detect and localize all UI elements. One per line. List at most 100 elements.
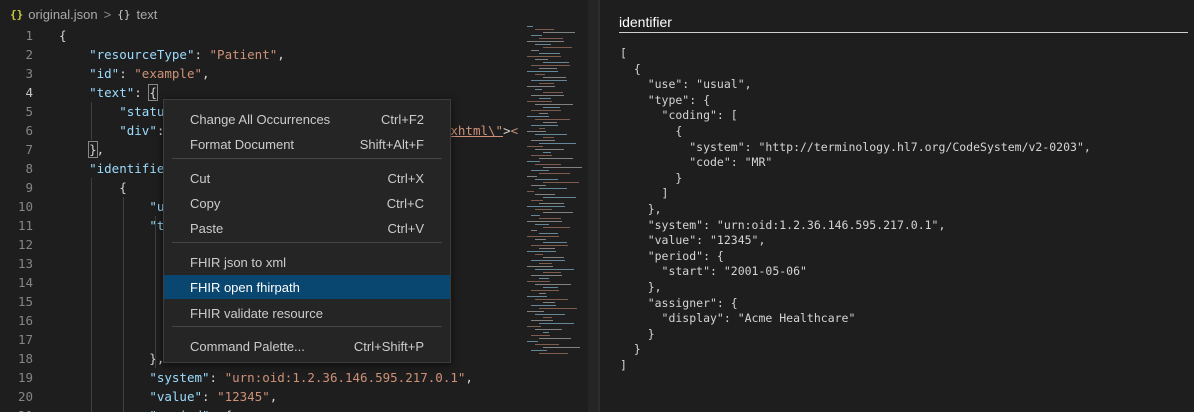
- minimap-line: [531, 260, 565, 261]
- code-token: ,: [269, 389, 278, 404]
- minimap-line: [527, 41, 564, 42]
- minimap-line: [543, 302, 555, 303]
- minimap-line: [539, 128, 545, 129]
- menu-separator: [172, 158, 442, 159]
- minimap-line: [535, 344, 559, 345]
- menu-item-command-palette[interactable]: Command Palette... Ctrl+Shift+P: [164, 334, 450, 358]
- minimap-line: [535, 29, 554, 30]
- minimap-line: [535, 164, 561, 165]
- minimap-line: [539, 83, 554, 84]
- minimap-line: [535, 224, 549, 225]
- minimap-line: [535, 59, 548, 60]
- code-text: "u: [59, 197, 164, 216]
- menu-item-label: FHIR validate resource: [190, 305, 323, 321]
- code-text: {: [59, 26, 67, 45]
- menu-item-label: Cut: [190, 170, 211, 186]
- menu-item-label: Paste: [190, 220, 224, 236]
- code-token: "resourceType": [89, 47, 195, 62]
- minimap-line: [531, 275, 562, 276]
- code-line[interactable]: 21 "period": {: [0, 406, 525, 412]
- code-token: {: [59, 180, 127, 195]
- code-text: "identifie: [59, 159, 164, 178]
- line-number: 19: [17, 370, 33, 385]
- menu-item-copy[interactable]: Copy Ctrl+C: [164, 191, 450, 215]
- minimap-line: [535, 44, 551, 45]
- code-line[interactable]: 2 "resourceType": "Patient",: [0, 45, 525, 64]
- line-number: 17: [17, 332, 33, 347]
- code-line[interactable]: 19 "system": "urn:oid:1.2.36.146.595.217…: [0, 368, 525, 387]
- breadcrumb-symbol[interactable]: text: [136, 7, 157, 22]
- code-token: >: [503, 123, 511, 138]
- code-line[interactable]: 3 "id": "example",: [0, 64, 525, 83]
- menu-item-fhir-open-fhirpath[interactable]: FHIR open fhirpath: [164, 275, 450, 299]
- code-token: "system": [149, 370, 210, 385]
- minimap-line: [539, 248, 555, 249]
- minimap-line: [539, 203, 564, 204]
- code-token: "value": [149, 389, 202, 404]
- line-number: 10: [17, 199, 33, 214]
- minimap-line: [531, 290, 559, 291]
- menu-item-change-all-occurrences[interactable]: Change All Occurrences Ctrl+F2: [164, 107, 450, 131]
- code-token: :: [134, 85, 150, 100]
- code-token: "identifie: [89, 161, 165, 176]
- code-token: },: [59, 351, 165, 366]
- minimap-line: [543, 122, 557, 123]
- menu-item-label: Format Document: [190, 136, 295, 152]
- indent-guide: [155, 216, 156, 368]
- code-token: "text": [89, 85, 135, 100]
- menu-item-paste[interactable]: Paste Ctrl+V: [164, 216, 450, 240]
- minimap-line: [535, 194, 555, 195]
- minimap-line: [543, 317, 552, 318]
- minimap-line: [527, 311, 544, 312]
- line-number: 5: [25, 104, 33, 119]
- menu-item-shortcut: Ctrl+F2: [381, 111, 424, 127]
- vertical-scrollbar[interactable]: [588, 0, 598, 412]
- code-token: "urn:oid:1.2.36.146.595.217.0.1": [224, 370, 466, 385]
- menu-item-format-document[interactable]: Format Document Shift+Alt+F: [164, 132, 450, 156]
- minimap-line: [539, 68, 557, 69]
- minimap-line: [531, 350, 547, 351]
- minimap-line: [531, 35, 542, 36]
- minimap-line: [543, 257, 564, 258]
- minimap-line: [539, 278, 549, 279]
- minimap-line: [531, 215, 540, 216]
- minimap-line: [543, 167, 582, 168]
- minimap-line: [535, 269, 574, 270]
- minimap-line: [539, 53, 560, 54]
- menu-separator: [172, 326, 442, 327]
- minimap-line: [527, 221, 562, 222]
- minimap-line: [531, 80, 567, 81]
- minimap-line: [543, 152, 551, 153]
- code-line[interactable]: 1{: [0, 26, 525, 45]
- menu-item-fhir-validate-resource[interactable]: FHIR validate resource: [164, 301, 450, 325]
- minimap-line: [535, 179, 558, 180]
- minimap-line: [527, 296, 547, 297]
- menu-item-label: Change All Occurrences: [190, 111, 331, 127]
- editor-pane[interactable]: {} original.json > {} text 1{2 "resource…: [0, 0, 598, 412]
- code-token: ,: [465, 370, 473, 385]
- menu-item-shortcut: Shift+Alt+F: [359, 136, 424, 152]
- minimap-line: [531, 125, 558, 126]
- minimap-line: [531, 230, 537, 231]
- menu-item-fhir-json-to-xml[interactable]: FHIR json to xml: [164, 250, 450, 274]
- fhirpath-result-panel: identifier [ { "use": "usual", "type": {…: [600, 0, 1194, 412]
- minimap-line: [539, 263, 552, 264]
- minimap-line: [527, 251, 556, 252]
- minimap-line: [543, 107, 560, 108]
- minimap-line: [527, 101, 552, 102]
- minimap-line: [543, 242, 567, 243]
- line-number: 7: [25, 142, 33, 157]
- line-number: 1: [25, 28, 33, 43]
- minimap[interactable]: [525, 26, 585, 356]
- menu-item-cut[interactable]: Cut Ctrl+X: [164, 166, 450, 190]
- line-number: 20: [17, 389, 33, 404]
- minimap-line: [535, 149, 564, 150]
- breadcrumb-file[interactable]: original.json: [28, 7, 97, 22]
- code-line[interactable]: 20 "value": "12345",: [0, 387, 525, 406]
